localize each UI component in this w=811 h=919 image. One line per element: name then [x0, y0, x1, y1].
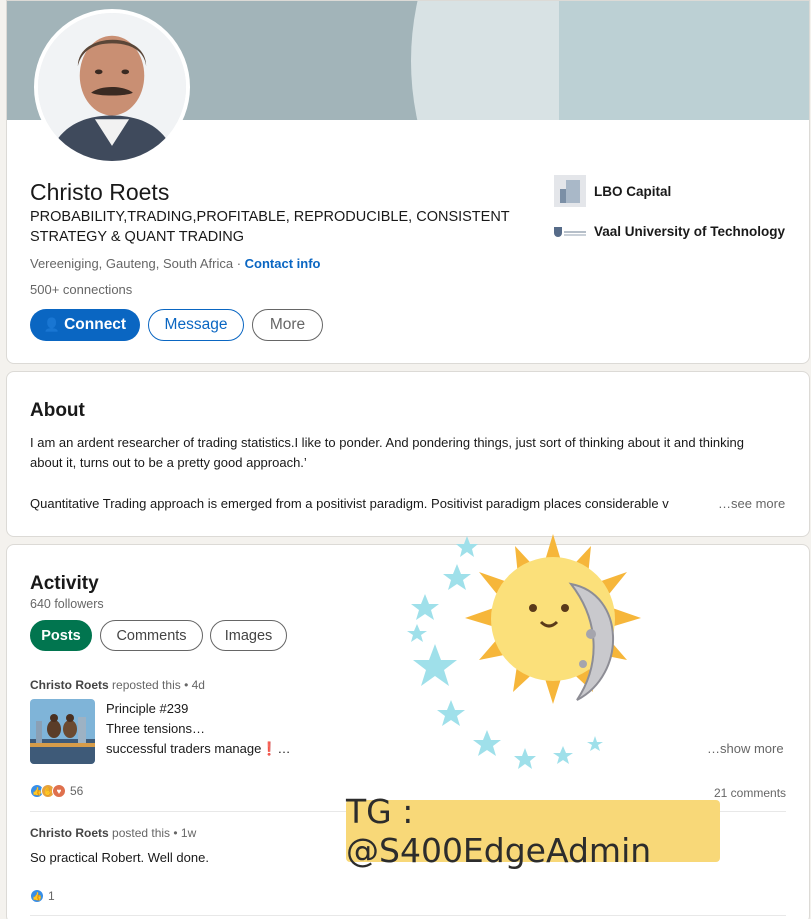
reaction-count: 56	[70, 784, 84, 798]
about-title: About	[30, 400, 85, 421]
love-reaction-icon: ♥	[52, 784, 66, 798]
about-paragraph: I am an ardent researcher of trading sta…	[30, 435, 744, 470]
profile-location: Vereeniging, Gauteng, South Africa · Con…	[30, 256, 321, 271]
post-meta: Christo Roets posted this • 1w	[30, 826, 197, 840]
reactions-summary[interactable]: 👍 ✋ ♥ 56	[30, 784, 83, 798]
telegram-watermark-banner: TG : @S400EdgeAdmin	[346, 792, 720, 870]
message-button[interactable]: Message	[148, 309, 244, 341]
post-text-line: Three tensions…	[106, 721, 205, 736]
education-vaal-university[interactable]: Vaal University of Technology	[554, 224, 785, 239]
sun-moon-sticker-icon	[395, 524, 655, 784]
tab-posts[interactable]: Posts	[30, 620, 92, 651]
reactions-summary[interactable]: 👍 1	[30, 889, 55, 903]
about-card: About I am an ardent researcher of tradi…	[6, 371, 810, 537]
connections-count[interactable]: 500+ connections	[30, 282, 132, 297]
company-logo-icon	[554, 175, 586, 207]
post-text-line: successful traders manage❗…	[106, 741, 291, 756]
profile-name: Christo Roets	[30, 179, 170, 205]
post-author[interactable]: Christo Roets	[30, 678, 109, 692]
profile-headline: PROBABILITY,TRADING,PROFITABLE, REPRODUC…	[30, 209, 510, 245]
post-meta: Christo Roets reposted this • 4d	[30, 678, 205, 692]
post-author[interactable]: Christo Roets	[30, 826, 109, 840]
experience-lbo-capital[interactable]: LBO Capital	[554, 175, 671, 207]
reaction-count: 1	[48, 889, 55, 903]
show-more-link[interactable]: …show more	[707, 741, 784, 756]
followers-count: 640 followers	[30, 597, 104, 611]
connect-button[interactable]: 👤 Connect	[30, 309, 140, 341]
profile-card: Christo Roets PROBABILITY,TRADING,PROFIT…	[6, 0, 810, 364]
post-thumbnail[interactable]	[30, 699, 95, 764]
tab-comments[interactable]: Comments	[100, 620, 203, 651]
see-more-link[interactable]: …see more	[718, 494, 785, 514]
post-text-line: Principle #239	[106, 701, 189, 716]
post-divider	[30, 915, 786, 916]
location-text: Vereeniging, Gauteng, South Africa	[30, 256, 234, 271]
tab-images[interactable]: Images	[210, 620, 287, 651]
university-logo-icon	[554, 225, 586, 239]
activity-title: Activity	[30, 573, 99, 594]
about-paragraph: Quantitative Trading approach is emerged…	[30, 496, 669, 511]
add-person-icon: 👤	[43, 317, 61, 332]
contact-info-link[interactable]: Contact info	[245, 256, 321, 271]
profile-avatar[interactable]	[34, 9, 190, 165]
more-button[interactable]: More	[252, 309, 323, 341]
like-reaction-icon: 👍	[30, 889, 44, 903]
post-text: So practical Robert. Well done.	[30, 850, 209, 865]
comments-count-link[interactable]: 21 comments	[714, 786, 786, 800]
